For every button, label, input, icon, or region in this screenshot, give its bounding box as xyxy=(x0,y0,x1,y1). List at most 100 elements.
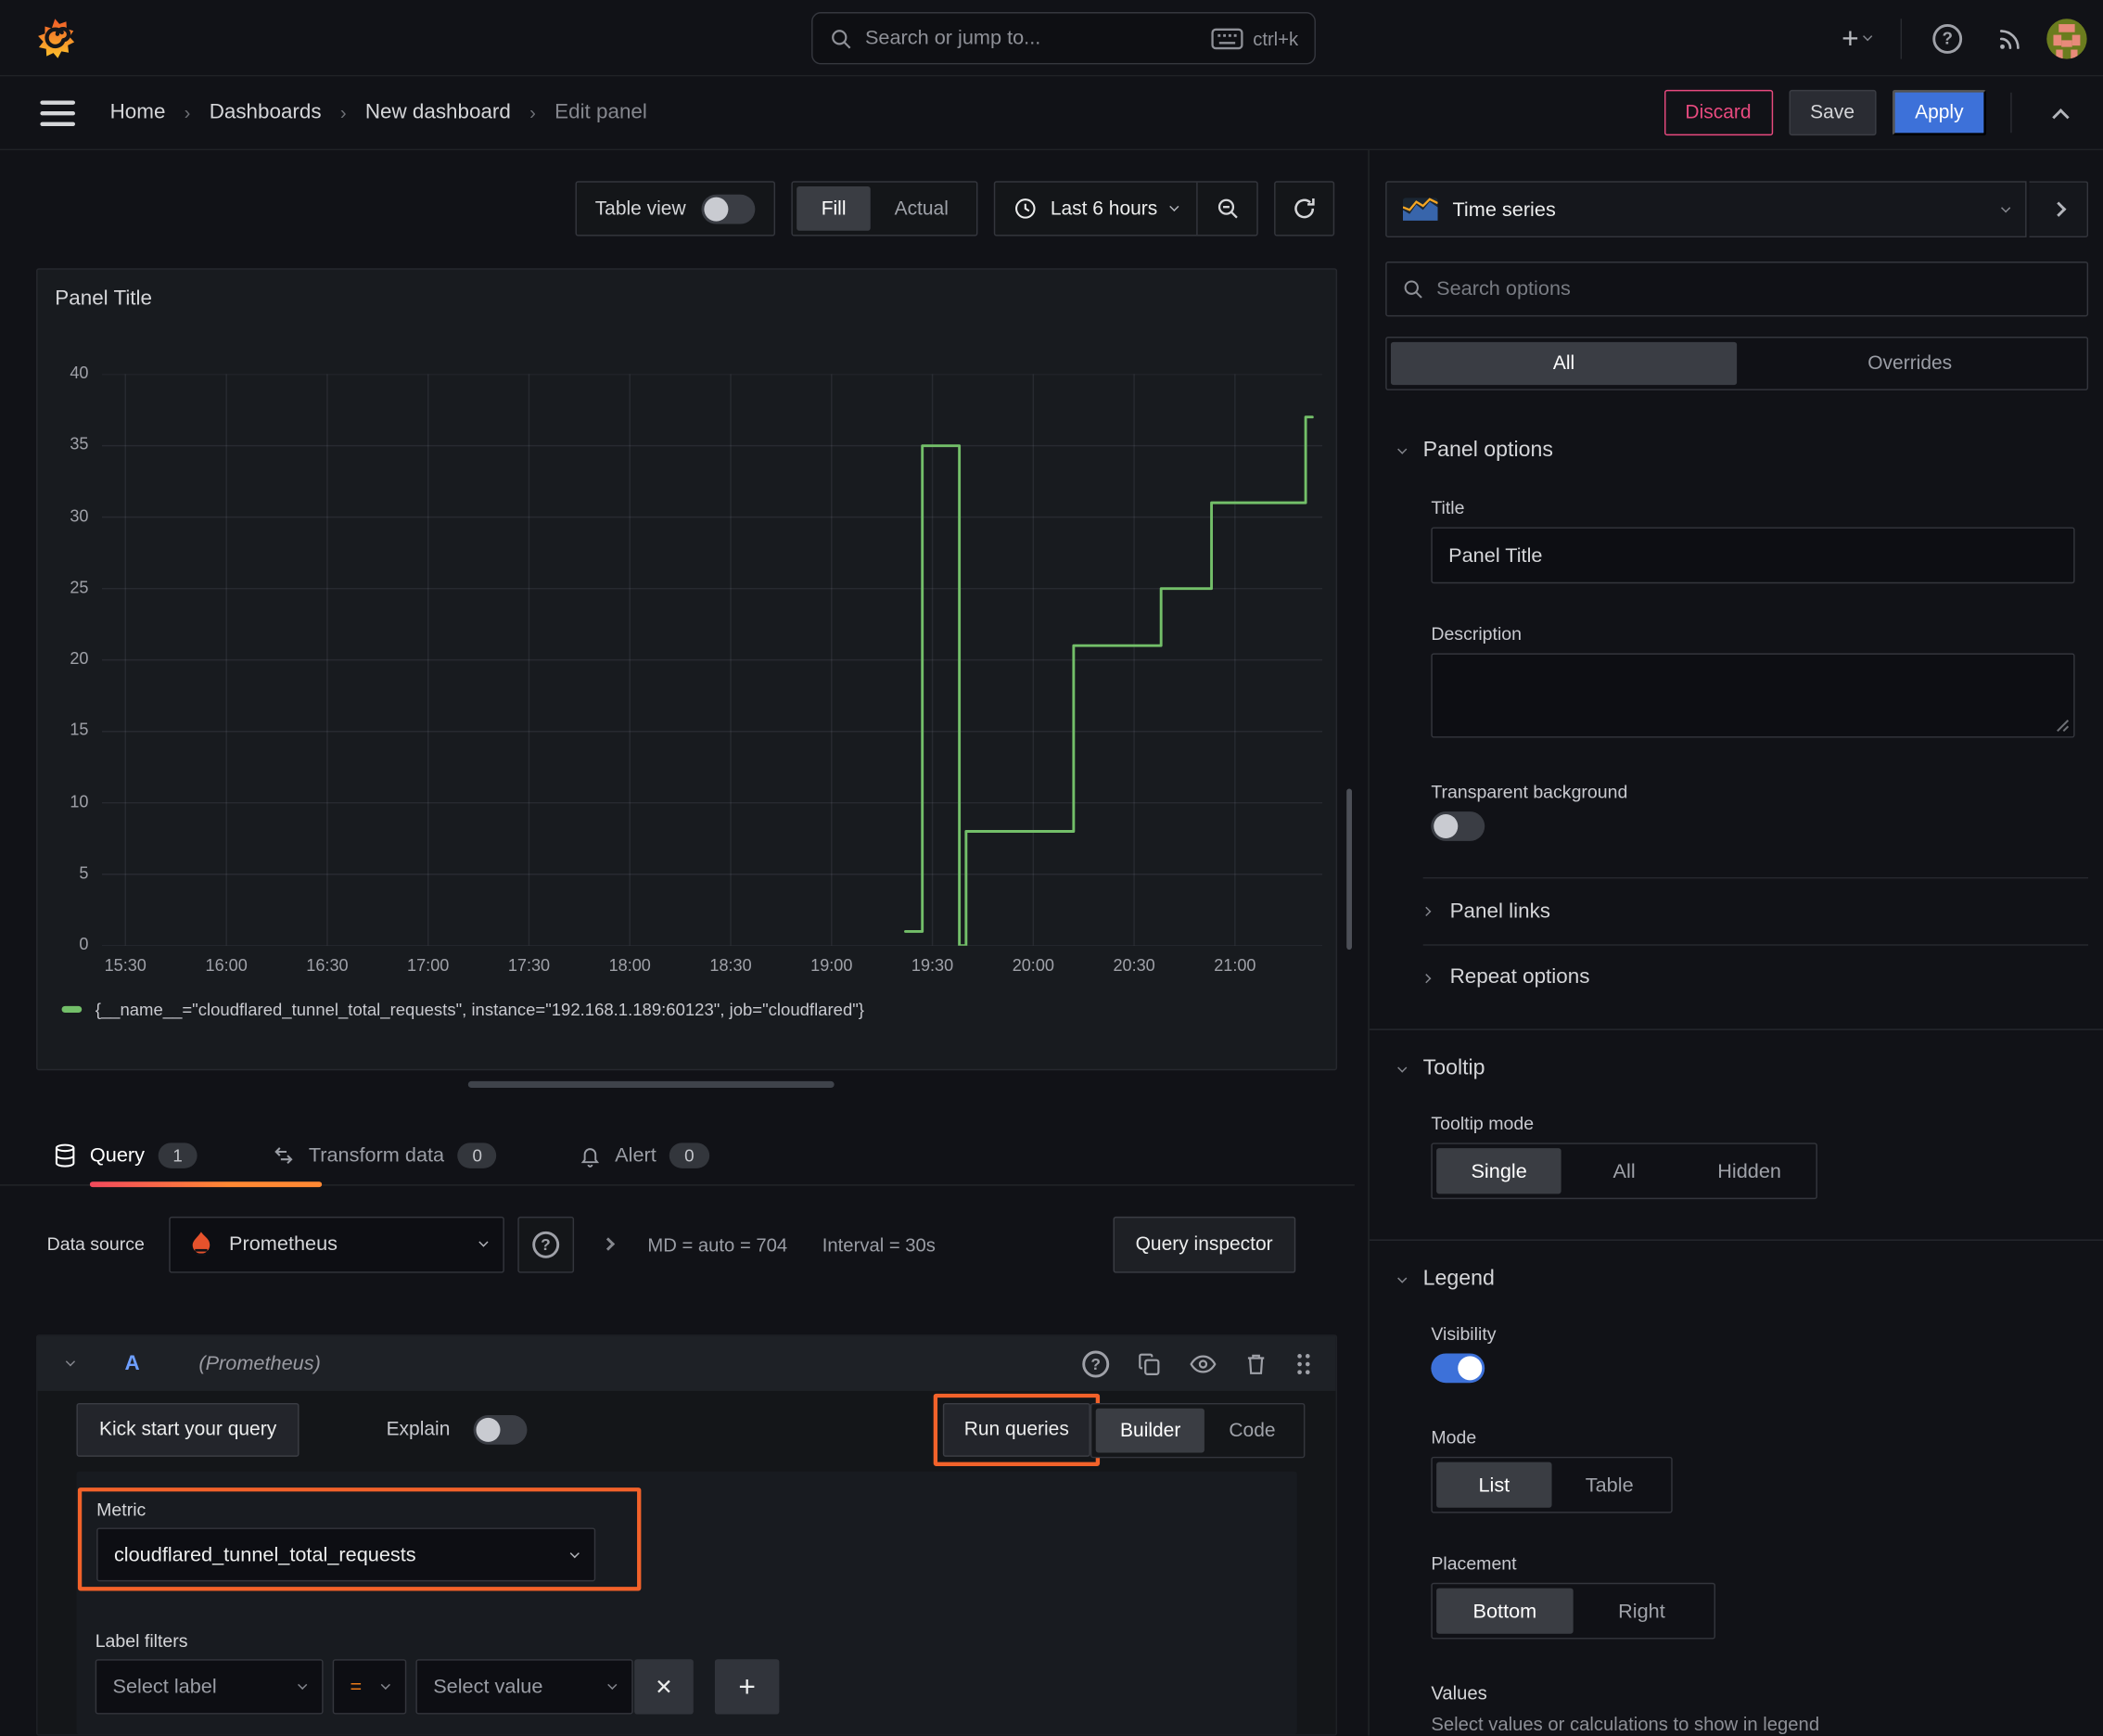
breadcrumb-home[interactable]: Home xyxy=(110,100,166,124)
x-tick-label: 21:00 xyxy=(1214,956,1256,976)
time-series-chart[interactable] xyxy=(101,374,1323,946)
code-option[interactable]: Code xyxy=(1204,1409,1299,1453)
legend-header[interactable]: Legend xyxy=(1397,1268,2103,1292)
visualization-value: Time series xyxy=(1452,198,1556,221)
select-label-placeholder: Select label xyxy=(112,1675,217,1699)
news-button[interactable] xyxy=(1985,14,2033,62)
save-button[interactable]: Save xyxy=(1789,89,1877,136)
chart-legend: {__name__="cloudflared_tunnel_total_requ… xyxy=(61,1000,864,1020)
tab-alert-label: Alert xyxy=(615,1143,656,1168)
refresh-button[interactable] xyxy=(1274,181,1335,236)
run-queries-button[interactable]: Run queries xyxy=(942,1402,1090,1457)
zoom-out-button[interactable] xyxy=(1198,183,1257,235)
datasource-help-button[interactable]: ? xyxy=(517,1216,574,1272)
panel-title-input[interactable] xyxy=(1431,527,2075,584)
discard-button[interactable]: Discard xyxy=(1663,89,1773,136)
options-search-input[interactable] xyxy=(1436,277,2072,300)
select-label-dropdown[interactable]: Select label xyxy=(95,1659,324,1715)
eye-icon[interactable] xyxy=(1190,1353,1217,1374)
legend-list-option[interactable]: List xyxy=(1436,1462,1552,1508)
tab-alert[interactable]: Alert 0 xyxy=(580,1127,709,1184)
x-tick-label: 17:30 xyxy=(507,956,551,976)
clock-icon xyxy=(1015,198,1036,219)
options-search[interactable] xyxy=(1385,262,2089,317)
add-new-button[interactable]: + xyxy=(1833,14,1879,62)
pane-resize-handle[interactable] xyxy=(467,1080,835,1089)
add-filter-button[interactable]: + xyxy=(714,1659,780,1715)
max-datapoints-stat[interactable]: MD = auto = 704 xyxy=(647,1233,787,1255)
breadcrumb-dashboards[interactable]: Dashboards xyxy=(210,100,322,124)
panel-links-section[interactable]: Panel links xyxy=(1421,878,2088,944)
tab-query[interactable]: Query 1 xyxy=(54,1127,323,1188)
plus-icon: + xyxy=(738,1669,756,1704)
legend-visibility-toggle[interactable] xyxy=(1431,1353,1485,1384)
transparent-background-toggle[interactable] xyxy=(1431,811,1485,841)
editor-tabs: Query 1 Transform data 0 Alert 0 xyxy=(0,1127,1355,1188)
kickstart-query-button[interactable]: Kick start your query xyxy=(76,1402,300,1457)
x-tick-label: 18:30 xyxy=(709,956,752,976)
tab-overrides[interactable]: Overrides xyxy=(1737,342,2083,385)
query-row-header[interactable]: A (Prometheus) ? xyxy=(37,1335,1336,1391)
x-tick-label: 15:30 xyxy=(104,956,147,976)
visualization-picker[interactable]: Time series xyxy=(1385,181,2027,238)
legend-mode-label: Mode xyxy=(1431,1426,1477,1448)
legend-right-option[interactable]: Right xyxy=(1574,1589,1711,1634)
chevron-down-icon xyxy=(1863,32,1873,42)
query-inspector-button[interactable]: Query inspector xyxy=(1113,1216,1296,1272)
legend-bottom-option[interactable]: Bottom xyxy=(1436,1588,1574,1634)
actual-option[interactable]: Actual xyxy=(871,186,973,231)
table-view-label: Table view xyxy=(594,198,686,220)
datasource-bar: Data source Prometheus ? MD = auto = 704… xyxy=(0,1214,1355,1274)
duplicate-icon[interactable] xyxy=(1138,1351,1162,1375)
chevron-right-icon xyxy=(1421,973,1432,983)
legend-placement-label: Placement xyxy=(1431,1552,1517,1574)
tooltip-single-option[interactable]: Single xyxy=(1436,1148,1562,1194)
global-search-input[interactable]: Search or jump to... ctrl+k xyxy=(811,12,1316,65)
select-value-dropdown[interactable]: Select value xyxy=(415,1659,633,1715)
trash-icon[interactable] xyxy=(1244,1351,1268,1375)
help-button[interactable]: ? xyxy=(1923,14,1971,62)
explain-toggle[interactable] xyxy=(472,1414,527,1445)
series-label[interactable]: {__name__="cloudflared_tunnel_total_requ… xyxy=(96,1000,864,1020)
datasource-picker[interactable]: Prometheus xyxy=(168,1216,504,1272)
description-textarea[interactable] xyxy=(1431,653,2075,738)
remove-filter-button[interactable]: ✕ xyxy=(634,1659,694,1715)
panel-options-header[interactable]: Panel options xyxy=(1397,439,2103,463)
tooltip-header[interactable]: Tooltip xyxy=(1397,1057,2103,1081)
y-tick-label: 30 xyxy=(70,506,89,526)
table-view-toggle[interactable] xyxy=(701,194,756,223)
panel-title[interactable]: Panel Title xyxy=(55,287,152,312)
time-range-picker[interactable]: Last 6 hours xyxy=(996,198,1197,221)
apply-button[interactable]: Apply xyxy=(1892,89,1987,136)
chevron-right-icon[interactable] xyxy=(601,1237,615,1251)
chevron-down-icon xyxy=(1397,1062,1408,1072)
description-label: Description xyxy=(1431,623,1523,645)
drag-handle-icon[interactable] xyxy=(1295,1351,1311,1375)
builder-option[interactable]: Builder xyxy=(1096,1408,1205,1453)
resize-handle-icon[interactable] xyxy=(2055,718,2070,733)
metric-annotation: Metric cloudflared_tunnel_total_requests xyxy=(77,1487,642,1591)
datasource-label: Data source xyxy=(46,1233,145,1255)
chevron-right-icon: › xyxy=(339,101,347,124)
tab-transform-data[interactable]: Transform data 0 xyxy=(273,1127,497,1184)
query-help-icon[interactable]: ? xyxy=(1082,1349,1110,1377)
breadcrumb-new-dashboard[interactable]: New dashboard xyxy=(365,100,511,124)
interval-stat[interactable]: Interval = 30s xyxy=(822,1233,936,1255)
metric-select[interactable]: cloudflared_tunnel_total_requests xyxy=(96,1527,596,1582)
tooltip-hidden-option[interactable]: Hidden xyxy=(1687,1148,1812,1194)
tab-all[interactable]: All xyxy=(1390,341,1738,386)
series-color-pill[interactable] xyxy=(61,1005,83,1014)
toggle-options-pane-button[interactable] xyxy=(2029,181,2089,238)
y-tick-label: 0 xyxy=(79,935,89,954)
title-label: Title xyxy=(1431,497,1465,518)
operator-dropdown[interactable]: = xyxy=(332,1659,407,1715)
avatar[interactable] xyxy=(2046,18,2087,58)
grafana-logo-icon[interactable] xyxy=(35,18,75,60)
vertical-scrollbar[interactable] xyxy=(1346,788,1352,951)
tooltip-all-option[interactable]: All xyxy=(1561,1148,1687,1194)
legend-table-option[interactable]: Table xyxy=(1552,1462,1667,1508)
hamburger-menu-icon[interactable] xyxy=(40,99,75,126)
collapse-editor-button[interactable] xyxy=(2036,88,2084,136)
repeat-options-section[interactable]: Repeat options xyxy=(1421,944,2089,1010)
fill-option[interactable]: Fill xyxy=(797,186,871,231)
